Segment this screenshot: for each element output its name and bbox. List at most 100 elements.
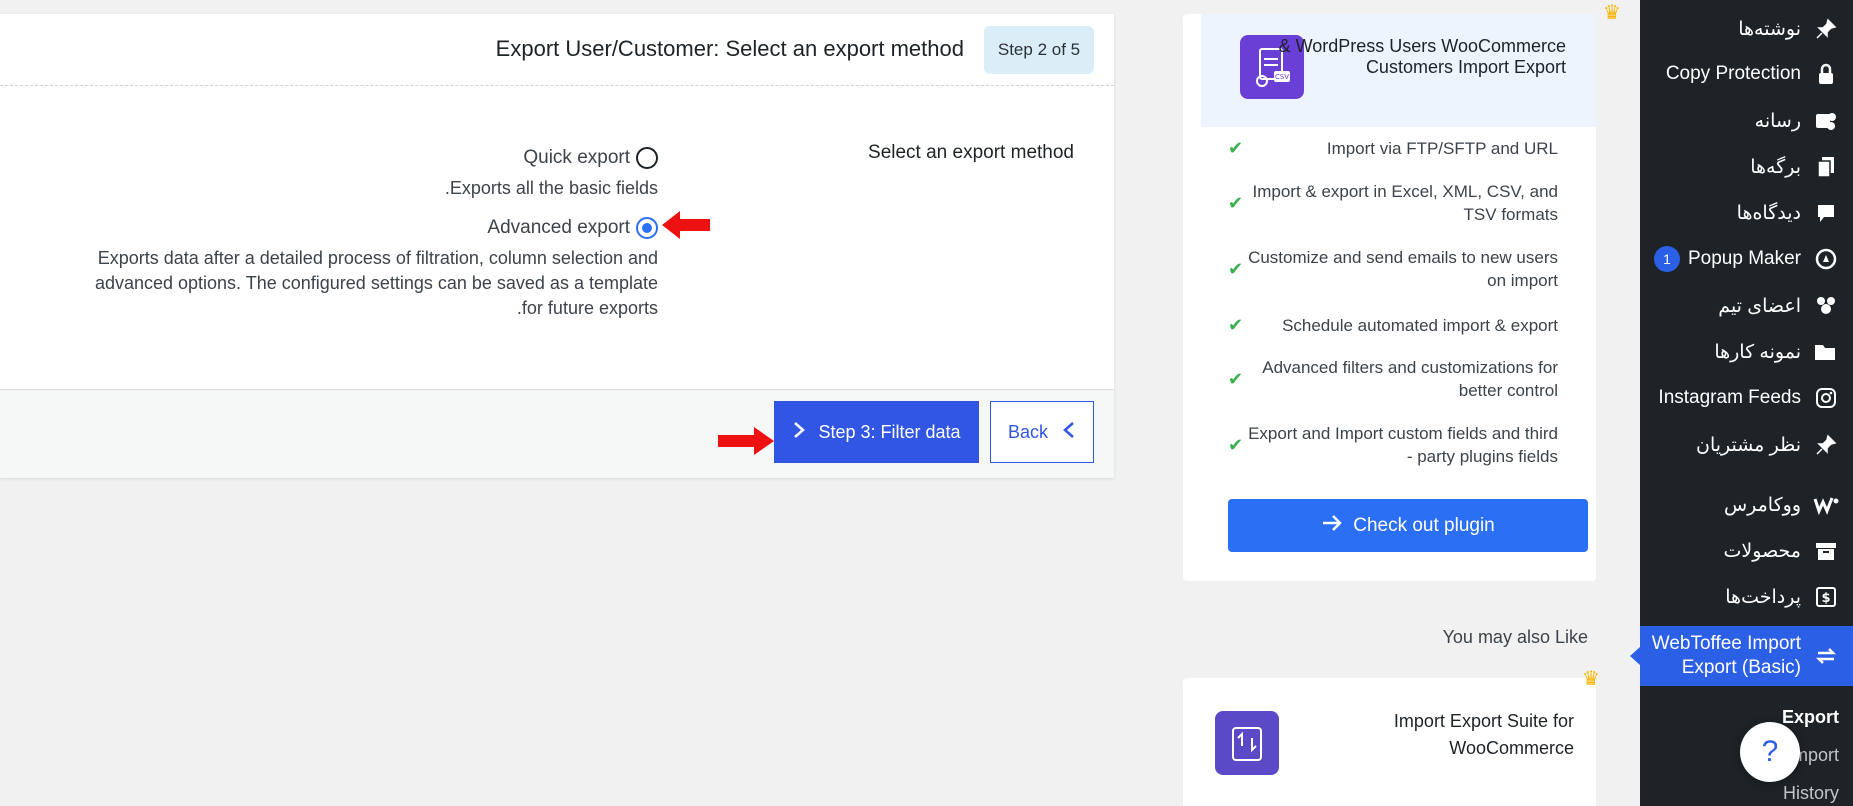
sidebar-item-label: WebToffee Import Export (Basic) [1651,633,1801,678]
you-may-also-like-heading: You may also Like [1442,627,1588,647]
sidebar-item-label: پرداخت‌ها [1725,586,1801,608]
feature-item: ✔ Import & export in Excel, XML, CSV, an… [1228,180,1558,226]
sidebar-item-media[interactable]: رسانه [1640,101,1853,141]
feature-item: ✔ Customize and send emails to new users… [1228,246,1558,292]
checkout-label: Check out plugin [1353,514,1495,536]
sidebar-item-label: Copy Protection [1665,63,1801,84]
chevron-right-icon [792,421,806,444]
advanced-desc-line: advanced options. The configured setting… [94,273,658,293]
red-annotation-arrow-icon [662,211,710,239]
advanced-export-radio[interactable] [636,217,658,239]
check-icon: ✔ [1228,258,1244,279]
sidebar-item-copy-protection[interactable]: Copy Protection [1640,54,1853,94]
advanced-export-label: Advanced export [487,217,630,238]
submenu-history[interactable]: History [1783,783,1839,804]
feature-text: Import via FTP/SFTP and URL [1326,139,1558,158]
suggested-plugin-card[interactable]: Import Export Suite for WooCommerce [1183,678,1596,806]
quick-export-label: Quick export [523,147,630,168]
sidebar-item-products[interactable]: محصولات [1640,531,1853,571]
dollar-icon: $ [1813,584,1839,610]
feature-item: ✔ Import via FTP/SFTP and URL [1228,137,1558,160]
notification-badge: 1 [1653,246,1680,272]
feature-text: Export and Import custom fields and thir… [1248,424,1558,466]
sidebar-item-label: اعضای تیم [1718,295,1801,317]
pages-icon [1813,154,1839,180]
pin-icon [1813,432,1839,458]
sidebar-item-label: Popup Maker [1687,248,1801,269]
back-button[interactable]: Back [990,401,1094,463]
page-title: Export User/Customer: Select an export m… [495,36,964,61]
popup-icon [1813,246,1839,272]
woocommerce-icon [1813,492,1839,518]
help-button[interactable]: ? [1740,722,1800,782]
sidebar-item-label: نظر مشتریان [1695,434,1801,456]
feature-text: Advanced filters and customizations for … [1262,358,1558,400]
sidebar-item-comments[interactable]: دیدگاه‌ها [1640,193,1853,233]
promo-header: CSV & WordPress Users WooCommerce Custom… [1201,14,1596,127]
admin-sidebar: نوشته‌ها Copy Protection رسانه برگه‌ها د… [1630,0,1853,806]
sidebar-item-label: رسانه [1754,110,1801,132]
import-export-suite-logo-icon [1215,711,1279,775]
import-export-icon [1813,643,1839,669]
sidebar-item-payments[interactable]: پرداخت‌ها $ [1640,577,1853,617]
archive-icon [1813,538,1839,564]
lock-icon [1813,61,1839,87]
feature-item: ✔ Advanced filters and customizations fo… [1228,356,1558,402]
check-icon: ✔ [1228,138,1244,158]
sidebar-item-label: محصولات [1723,540,1801,562]
sidebar-item-team-members[interactable]: اعضای تیم [1640,286,1853,326]
folder-icon [1813,339,1839,365]
step3-filter-data-button[interactable]: Step 3: Filter data [774,401,979,463]
check-out-plugin-button[interactable]: Check out plugin [1228,499,1588,552]
quick-export-option[interactable]: Quick export [523,147,658,169]
crown-icon: ♛ [1603,2,1621,24]
quick-export-description: .Exports all the basic fields [444,178,658,198]
svg-text:$: $ [1821,591,1830,606]
chevron-left-icon [1062,421,1076,444]
sidebar-item-woocommerce[interactable]: ووکامرس [1640,485,1853,525]
sidebar-item-label: نمونه کارها [1714,341,1801,363]
question-mark-icon: ? [1761,735,1779,768]
advanced-desc-line: .for future exports [516,298,658,318]
sidebar-item-portfolio[interactable]: نمونه کارها [1640,332,1853,372]
sidebar-item-label: ووکامرس [1723,494,1801,516]
plugin-promo-card: CSV & WordPress Users WooCommerce Custom… [1183,14,1596,581]
quick-export-radio[interactable] [636,147,658,169]
crown-icon: ♛ [1582,668,1600,690]
feature-item: ✔ Schedule automated import & export [1228,314,1558,337]
feature-text: Import & export in Excel, XML, CSV, and … [1252,182,1558,224]
pin-icon [1813,16,1839,42]
advanced-export-option[interactable]: Advanced export [487,217,658,239]
check-icon: ✔ [1228,192,1244,213]
feature-item: ✔ Export and Import custom fields and th… [1228,422,1558,468]
promo-plugin-title: & WordPress Users WooCommerce Customers … [1278,36,1566,77]
sidebar-item-testimonials[interactable]: نظر مشتریان [1640,425,1853,465]
wizard-header: Export User/Customer: Select an export m… [0,14,1114,86]
step-indicator-badge: Step 2 of 5 [984,26,1094,74]
sidebar-item-instagram-feeds[interactable]: Instagram Feeds [1640,378,1853,418]
feature-text: Customize and send emails to new users o… [1248,248,1558,290]
media-icon [1813,108,1839,134]
sidebar-item-popup-maker[interactable]: 1 Popup Maker [1640,239,1853,279]
arrow-right-icon [1321,514,1343,538]
submenu-export[interactable]: Export [1782,707,1839,728]
advanced-desc-line: Exports data after a detailed process of… [97,248,658,268]
team-icon [1813,293,1839,319]
sidebar-item-posts[interactable]: نوشته‌ها [1640,9,1853,49]
sidebar-item-webtoffee-import-export[interactable]: WebToffee Import Export (Basic) [1630,626,1853,686]
red-annotation-arrow-icon [718,427,774,455]
suggested-plugin-title: Import Export Suite for WooCommerce [1393,711,1574,758]
next-button-label: Step 3: Filter data [818,421,961,442]
export-method-heading: Select an export method [868,142,1074,163]
sidebar-item-pages[interactable]: برگه‌ها [1640,147,1853,187]
sidebar-item-label: دیدگاه‌ها [1736,202,1801,224]
check-icon: ✔ [1228,434,1244,455]
sidebar-item-label: نوشته‌ها [1738,18,1801,40]
sidebar-item-label: برگه‌ها [1750,156,1801,178]
advanced-export-description: Exports data after a detailed process of… [95,246,658,321]
check-icon: ✔ [1228,368,1244,389]
check-icon: ✔ [1228,315,1244,335]
instagram-icon [1813,385,1839,411]
comment-icon [1813,200,1839,226]
sidebar-item-label: Instagram Feeds [1658,387,1801,408]
